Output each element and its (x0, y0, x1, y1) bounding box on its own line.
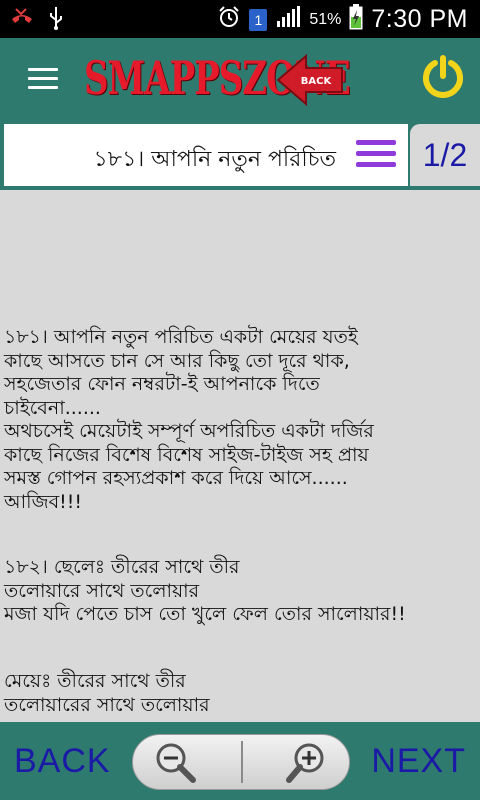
joke-paragraph: ১৮২। ছেলেঃ তীরের সাথে তীর তলোয়ারে সাথে … (4, 556, 406, 625)
app-header: SMAPPSZONE BACK (0, 38, 480, 118)
zoom-controls (132, 734, 350, 790)
page-title: ১৮১। আপনি নতুন পরিচিত (93, 147, 336, 172)
zoom-in-icon[interactable] (285, 740, 329, 784)
list-icon[interactable] (354, 138, 398, 170)
title-box[interactable]: ১৮১। আপনি নতুন পরিচিত (4, 124, 408, 186)
hamburger-menu-icon[interactable] (28, 68, 58, 90)
next-button[interactable]: NEXT (371, 742, 466, 781)
zoom-out-icon[interactable] (153, 740, 197, 784)
page-indicator: 1/2 (410, 124, 480, 186)
title-row: ১৮১। আপনি নতুন পরিচিত 1/2 (0, 118, 480, 190)
usb-icon (48, 6, 64, 34)
power-icon[interactable] (420, 54, 466, 100)
back-button[interactable]: BACK (14, 742, 111, 781)
alarm-icon (217, 5, 241, 34)
clock: 7:30 PM (371, 5, 468, 33)
status-bar: 1 51% 7:30 PM (0, 0, 480, 38)
sim-icon: 1 (249, 8, 268, 31)
back-arrow-icon[interactable]: BACK (276, 52, 346, 108)
battery-icon (349, 4, 363, 35)
joke-paragraph: মেয়েঃ তীরের সাথে তীর তলোয়ারের সাথে তলো… (4, 670, 210, 716)
joke-paragraph: ১৮১। আপনি নতুন পরিচিত একটা মেয়ের যতই কা… (4, 326, 374, 513)
signal-icon (275, 5, 301, 34)
back-arrow-label: BACK (301, 76, 333, 87)
missed-call-icon (10, 7, 34, 33)
battery-percent: 51% (309, 10, 342, 28)
bottom-bar: BACK NEXT (0, 722, 480, 800)
content-area[interactable]: ১৮১। আপনি নতুন পরিচিত একটা মেয়ের যতই কা… (0, 190, 480, 720)
